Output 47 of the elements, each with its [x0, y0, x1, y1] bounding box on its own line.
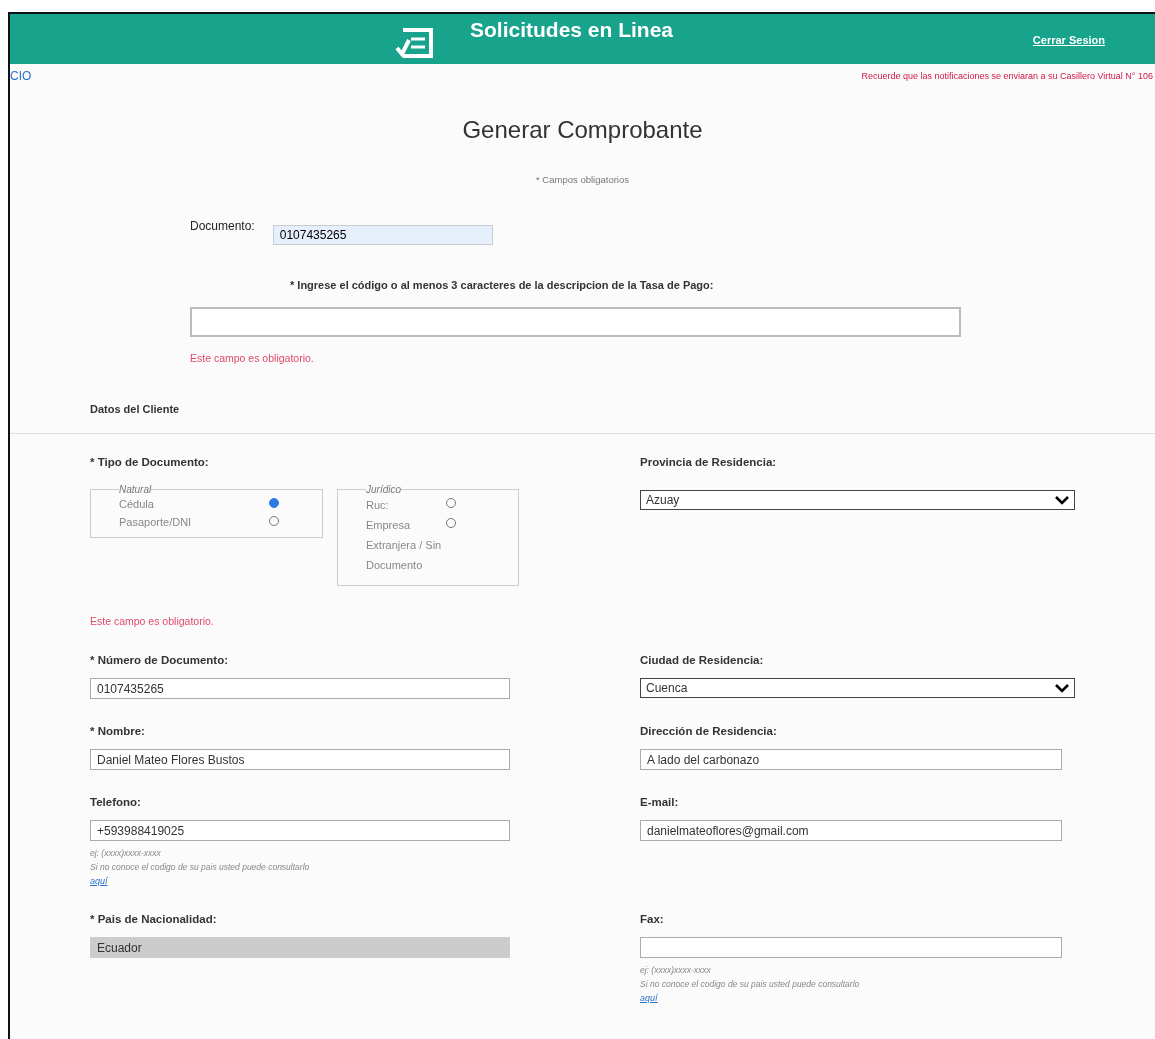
page-title: Generar Comprobante — [461, 116, 704, 144]
readonly-field[interactable]: Ecuador — [90, 937, 510, 958]
breadcrumb-link[interactable]: CIO — [10, 69, 32, 83]
text-field[interactable]: 0107435265 — [90, 678, 510, 699]
format-hint: ej: (xxxx)xxxx-xxxx — [90, 847, 162, 859]
field-label: * Número de Documento: — [90, 654, 229, 666]
group-legend: Natural — [119, 484, 152, 495]
group-legend: Jurídico — [366, 484, 401, 495]
field-label: Dirección de Residencia: — [640, 725, 778, 737]
chevron-down-icon — [1055, 495, 1069, 505]
format-hint: ej: (xxxx)xxxx-xxxx — [640, 964, 712, 976]
field-label: Ciudad de Residencia: — [640, 654, 765, 666]
field-label: Provincia de Residencia: — [640, 456, 778, 468]
radio-label: Cédula — [119, 497, 155, 512]
checklist-icon — [395, 26, 435, 60]
app-title: Solicitudes en Linea — [470, 18, 674, 42]
section-title: Datos del Cliente — [90, 403, 180, 415]
help-link[interactable]: aquí — [640, 993, 658, 1003]
error-message: Este campo es obligatorio. — [190, 352, 314, 364]
help-link[interactable]: aquí — [90, 876, 108, 886]
text-field[interactable]: A lado del carbonazo — [640, 749, 1062, 770]
notice-text: Recuerde que las notificaciones se enviaran a su Casillero Virtual N° 106 — [861, 71, 1153, 81]
text-field[interactable] — [640, 937, 1062, 958]
field-label: Documento: — [190, 219, 255, 233]
field-label: * Nombre: — [90, 725, 146, 737]
text-field[interactable]: Daniel Mateo Flores Bustos — [90, 749, 510, 770]
chevron-down-icon — [1055, 683, 1069, 693]
field-label: * Tipo de Documento: — [90, 456, 210, 468]
field-label: * Ingrese el código o al menos 3 caracteres de la descripcion de la Tasa de Pago: — [290, 279, 714, 291]
field-label: Fax: — [640, 913, 665, 925]
radio-label: Ruc: — [366, 498, 390, 513]
radio-button[interactable] — [269, 498, 279, 508]
document-field[interactable]: 0107435265 — [272, 225, 493, 245]
dropdown-field[interactable]: Azuay — [640, 490, 1075, 510]
field-label: Telefono: — [90, 796, 142, 808]
help-text: Si no conoce el codigo de su pais usted puede consultarlo — [90, 861, 311, 873]
help-text: Si no conoce el codigo de su pais usted puede consultarlo — [640, 978, 861, 990]
required-note: * Campos obligatorios — [536, 174, 629, 185]
fee-search-field[interactable] — [190, 307, 961, 337]
text-field[interactable]: danielmateoflores@gmail.com — [640, 820, 1062, 841]
error-message: Este campo es obligatorio. — [90, 615, 214, 627]
dropdown-field[interactable]: Cuenca — [640, 678, 1075, 698]
text-field[interactable]: +593988419025 — [90, 820, 510, 841]
field-label: E-mail: — [640, 796, 680, 808]
field-label: * Pais de Nacionalidad: — [90, 913, 218, 925]
radio-label: Empresa Extranjera / Sin Documento — [366, 518, 443, 573]
radio-label: Pasaporte/DNI — [119, 515, 193, 530]
